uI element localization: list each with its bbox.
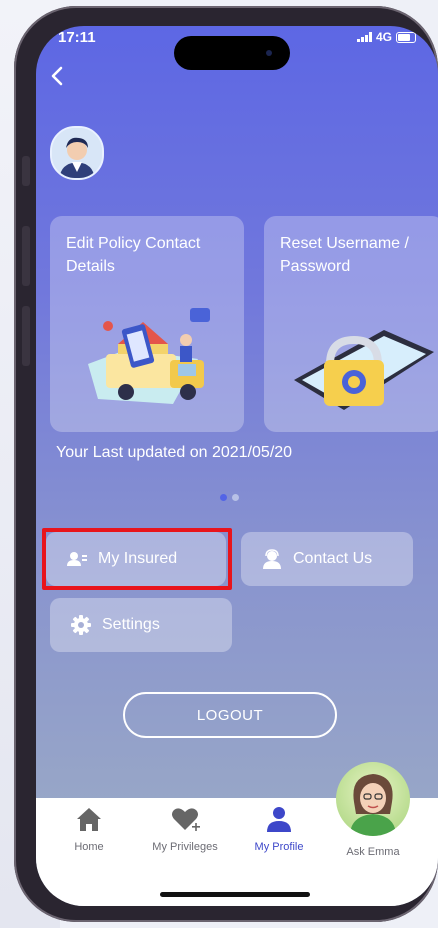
reset-username-password-card[interactable]: Reset Username / Password (264, 216, 438, 432)
side-button (22, 306, 30, 366)
home-indicator (160, 892, 310, 897)
tab-my-profile[interactable]: My Profile (234, 804, 324, 853)
status-time: 17:11 (58, 29, 96, 46)
battery-icon (396, 31, 416, 43)
tab-my-privileges[interactable]: My Privileges (140, 804, 230, 853)
padlock-phone-illustration (294, 330, 434, 410)
heart-plus-icon (172, 808, 200, 831)
support-agent-icon (263, 549, 281, 569)
delivery-truck-illustration (88, 308, 210, 404)
gear-icon (71, 615, 91, 635)
back-button[interactable] (44, 62, 72, 90)
avatar[interactable] (50, 126, 104, 180)
carousel-dot-active[interactable] (220, 494, 227, 501)
tab-home-label: Home (74, 841, 104, 853)
highlight-box (42, 528, 232, 590)
tab-ask-emma[interactable]: Ask Emma (328, 846, 418, 858)
app-screen: 17:11 4G Edit Policy Contact Details Res… (36, 26, 438, 906)
avatar-illustration (52, 128, 102, 178)
edit-policy-contact-card[interactable]: Edit Policy Contact Details (50, 216, 244, 432)
network-label: 4G (375, 30, 392, 44)
chevron-left-icon (51, 66, 63, 86)
side-button (22, 156, 30, 186)
tab-profile-label: My Profile (254, 841, 304, 853)
signal-icon (356, 32, 372, 42)
ask-emma-avatar[interactable] (336, 762, 410, 836)
tab-home[interactable]: Home (44, 804, 134, 853)
tab-emma-label: Ask Emma (346, 846, 400, 858)
dynamic-island (174, 36, 290, 70)
tab-privileges-label: My Privileges (152, 841, 218, 853)
user-icon (267, 807, 291, 832)
carousel-dots (220, 494, 239, 501)
side-button (22, 226, 30, 286)
settings-button[interactable]: Settings (50, 598, 232, 652)
card-title: Reset Username / Password (280, 235, 409, 275)
logout-button[interactable]: LOGOUT (123, 692, 337, 738)
contact-us-label: Contact Us (293, 550, 373, 567)
settings-label: Settings (102, 616, 160, 633)
carousel-dot[interactable] (232, 494, 239, 501)
last-updated-text: Your Last updated on 2021/05/20 (56, 444, 293, 461)
contact-us-button[interactable]: Contact Us (241, 532, 413, 586)
assistant-avatar-illustration (350, 774, 396, 836)
home-icon (77, 808, 101, 831)
card-title: Edit Policy Contact Details (66, 235, 201, 275)
status-right: 4G (356, 30, 416, 44)
